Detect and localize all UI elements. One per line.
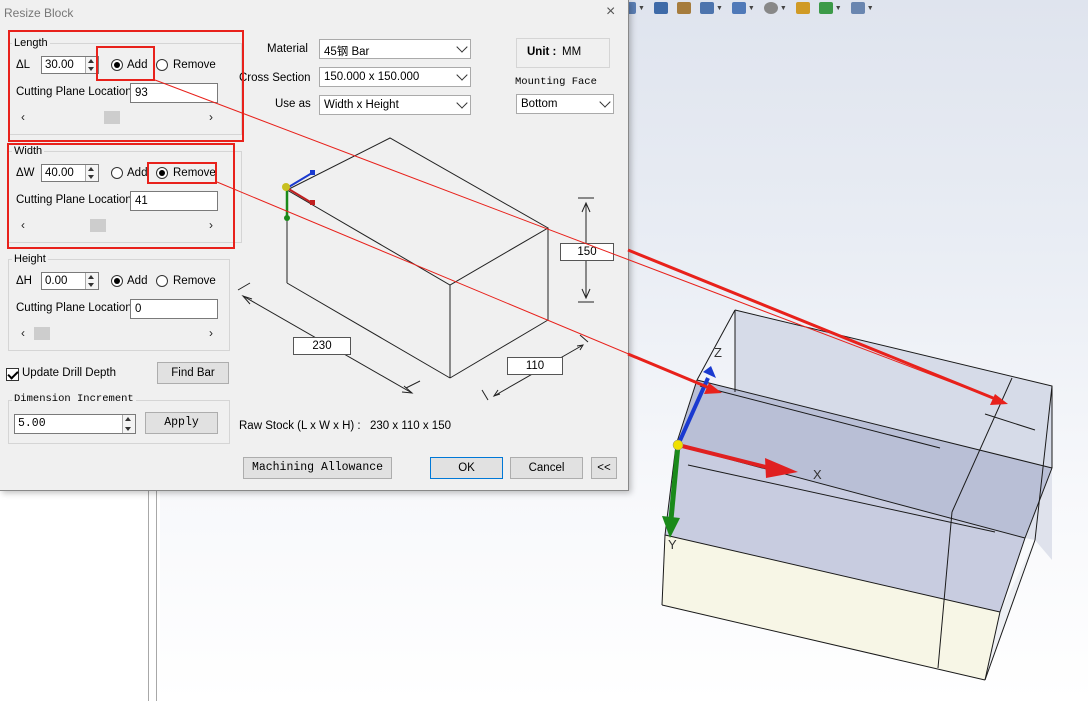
length-arrow: [154, 79, 1008, 405]
annotation-arrows: [154, 79, 1008, 405]
width-arrow: [216, 181, 722, 394]
